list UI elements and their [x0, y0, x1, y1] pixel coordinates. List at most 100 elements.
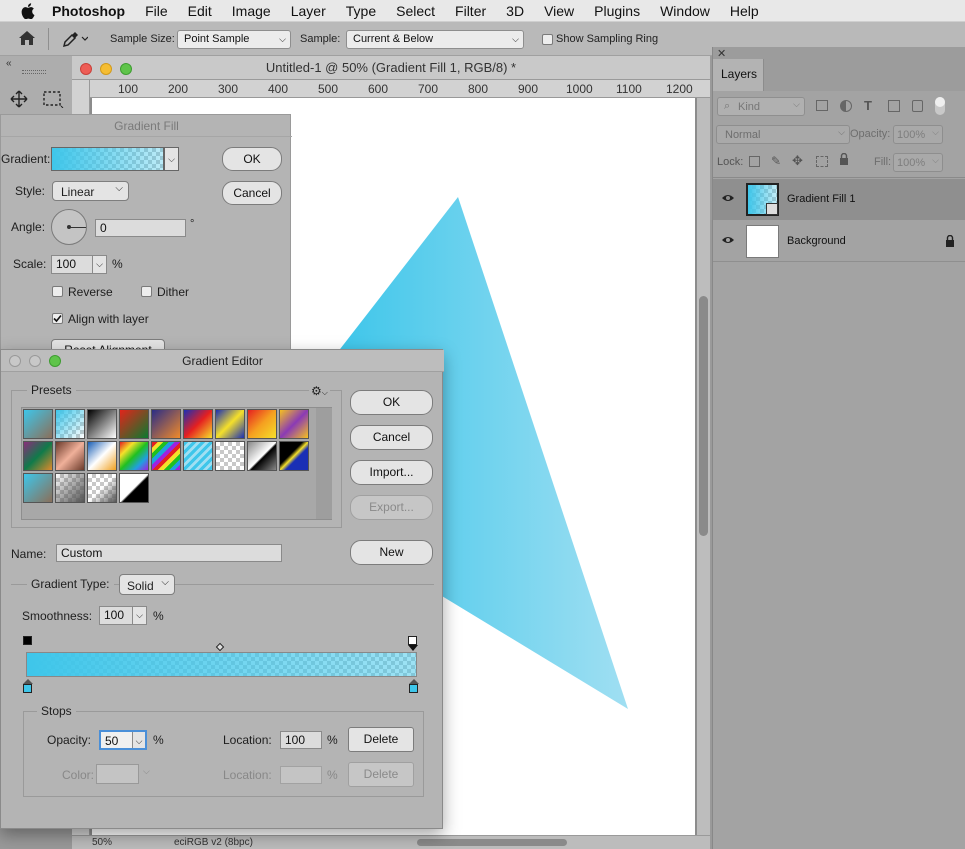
- preset-swatch[interactable]: [119, 473, 149, 503]
- delete-opacity-stop-button[interactable]: Delete: [348, 727, 414, 752]
- preset-swatch[interactable]: [279, 441, 309, 471]
- menu-plugins[interactable]: Plugins: [584, 0, 650, 22]
- scale-input[interactable]: 100 ⌵: [51, 255, 107, 274]
- kind-filter-select[interactable]: ⌕ Kind ⌵: [717, 97, 805, 116]
- smoothness-input[interactable]: 100 ⌵: [99, 606, 147, 625]
- preset-swatch[interactable]: [55, 409, 85, 439]
- angle-dial[interactable]: [51, 209, 87, 245]
- move-tool-icon[interactable]: [10, 90, 28, 111]
- preset-swatch[interactable]: [279, 409, 309, 439]
- chevron-down-icon[interactable]: ⌵: [143, 766, 150, 777]
- type-filter-icon[interactable]: T: [864, 98, 872, 113]
- eye-icon[interactable]: [721, 192, 735, 206]
- gradient-fill-ok-button[interactable]: OK: [222, 147, 282, 171]
- horizontal-scroll-thumb[interactable]: [417, 839, 567, 846]
- chevron-down-icon[interactable]: ⌵: [92, 256, 106, 273]
- minimize-dialog-button[interactable]: [29, 355, 41, 367]
- layer-row-background[interactable]: Background: [713, 221, 965, 262]
- preset-swatch[interactable]: [215, 441, 245, 471]
- angle-input[interactable]: 0: [95, 219, 186, 237]
- import-button[interactable]: Import...: [350, 460, 433, 485]
- document-title-bar[interactable]: Untitled-1 @ 50% (Gradient Fill 1, RGB/8…: [72, 56, 710, 80]
- home-icon[interactable]: [18, 30, 36, 49]
- gradient-bar[interactable]: [26, 652, 417, 677]
- sample-select[interactable]: Current & Below ⌵: [346, 30, 524, 49]
- align-with-layer-checkbox[interactable]: [52, 313, 63, 324]
- menu-help[interactable]: Help: [720, 0, 769, 22]
- opacity-stop-right[interactable]: [408, 636, 417, 645]
- menu-file[interactable]: File: [135, 0, 178, 22]
- menu-app[interactable]: Photoshop: [38, 0, 135, 22]
- chevron-down-icon[interactable]: ⌵: [132, 732, 145, 748]
- grip-icon[interactable]: [22, 70, 46, 74]
- adjustment-filter-icon[interactable]: [840, 100, 852, 112]
- stop-location-input[interactable]: 100: [280, 731, 322, 749]
- gradient-preview[interactable]: [51, 147, 164, 171]
- preset-swatch[interactable]: [247, 441, 277, 471]
- menu-edit[interactable]: Edit: [178, 0, 222, 22]
- preset-swatch[interactable]: [23, 441, 53, 471]
- preset-swatch[interactable]: [87, 441, 117, 471]
- new-gradient-button[interactable]: New: [350, 540, 433, 565]
- preset-swatch[interactable]: [183, 441, 213, 471]
- opacity-stop-left[interactable]: [23, 636, 32, 645]
- show-sampling-ring-checkbox[interactable]: [542, 34, 553, 45]
- color-stop-left[interactable]: [23, 684, 32, 693]
- menu-layer[interactable]: Layer: [281, 0, 336, 22]
- image-filter-icon[interactable]: [816, 100, 828, 111]
- preset-swatch[interactable]: [119, 409, 149, 439]
- close-dialog-button[interactable]: [9, 355, 21, 367]
- chevron-down-icon[interactable]: ⌵: [132, 607, 146, 624]
- zoom-dialog-button[interactable]: [49, 355, 61, 367]
- gradient-name-input[interactable]: Custom: [56, 544, 282, 562]
- gradient-picker-dropdown[interactable]: ⌵: [164, 147, 179, 171]
- collapse-icon[interactable]: «: [6, 58, 12, 69]
- gradient-fill-cancel-button[interactable]: Cancel: [222, 181, 282, 205]
- zoom-level[interactable]: 50%: [92, 837, 112, 848]
- preset-swatch[interactable]: [55, 441, 85, 471]
- marquee-tool-icon[interactable]: [42, 90, 64, 111]
- layer-name[interactable]: Background: [787, 235, 846, 247]
- eye-icon[interactable]: [721, 234, 735, 248]
- close-window-button[interactable]: [80, 63, 92, 75]
- layer-name[interactable]: Gradient Fill 1: [787, 193, 855, 205]
- stop-color-swatch[interactable]: [96, 764, 139, 784]
- smart-object-filter-icon[interactable]: [912, 100, 923, 112]
- preset-swatch[interactable]: [119, 441, 149, 471]
- gradient-editor-title-bar[interactable]: Gradient Editor: [1, 350, 444, 372]
- fill-input[interactable]: 100% ⌵: [893, 153, 943, 172]
- lock-artboard-icon[interactable]: [816, 156, 828, 167]
- vertical-scroll-thumb[interactable]: [699, 296, 708, 536]
- eyedropper-tool-icon[interactable]: [62, 30, 89, 51]
- lock-transparent-icon[interactable]: [749, 156, 760, 167]
- menu-type[interactable]: Type: [336, 0, 386, 22]
- color-profile[interactable]: eciRGB v2 (8bpc): [174, 837, 253, 848]
- minimize-window-button[interactable]: [100, 63, 112, 75]
- preset-swatch[interactable]: [247, 409, 277, 439]
- gradient-editor-ok-button[interactable]: OK: [350, 390, 433, 415]
- gear-icon[interactable]: ⚙⌵: [309, 384, 330, 398]
- tab-layers[interactable]: Layers: [713, 59, 764, 91]
- filter-toggle[interactable]: [935, 97, 945, 115]
- menu-filter[interactable]: Filter: [445, 0, 496, 22]
- preset-swatch[interactable]: [151, 441, 181, 471]
- layer-row-gradient-fill[interactable]: Gradient Fill 1: [713, 179, 965, 220]
- color-stop-right[interactable]: [409, 684, 418, 693]
- preset-swatch[interactable]: [55, 473, 85, 503]
- reverse-checkbox[interactable]: [52, 286, 63, 297]
- menu-window[interactable]: Window: [650, 0, 720, 22]
- menu-view[interactable]: View: [534, 0, 584, 22]
- color-location-input[interactable]: [280, 766, 322, 784]
- menu-3d[interactable]: 3D: [496, 0, 534, 22]
- zoom-window-button[interactable]: [120, 63, 132, 75]
- apple-icon[interactable]: [18, 0, 38, 22]
- blend-mode-select[interactable]: Normal ⌵: [716, 125, 850, 144]
- gradient-type-select[interactable]: Solid ⌵: [119, 574, 175, 595]
- horizontal-ruler[interactable]: 100 200 300 400 500 600 700 800 900 1000…: [90, 80, 710, 98]
- preset-swatch[interactable]: [183, 409, 213, 439]
- lock-brush-icon[interactable]: ✎: [771, 154, 781, 168]
- export-button[interactable]: Export...: [350, 495, 433, 520]
- style-select[interactable]: Linear ⌵: [52, 181, 129, 201]
- stop-opacity-input[interactable]: 50 ⌵: [99, 730, 147, 750]
- preset-swatch[interactable]: [23, 409, 53, 439]
